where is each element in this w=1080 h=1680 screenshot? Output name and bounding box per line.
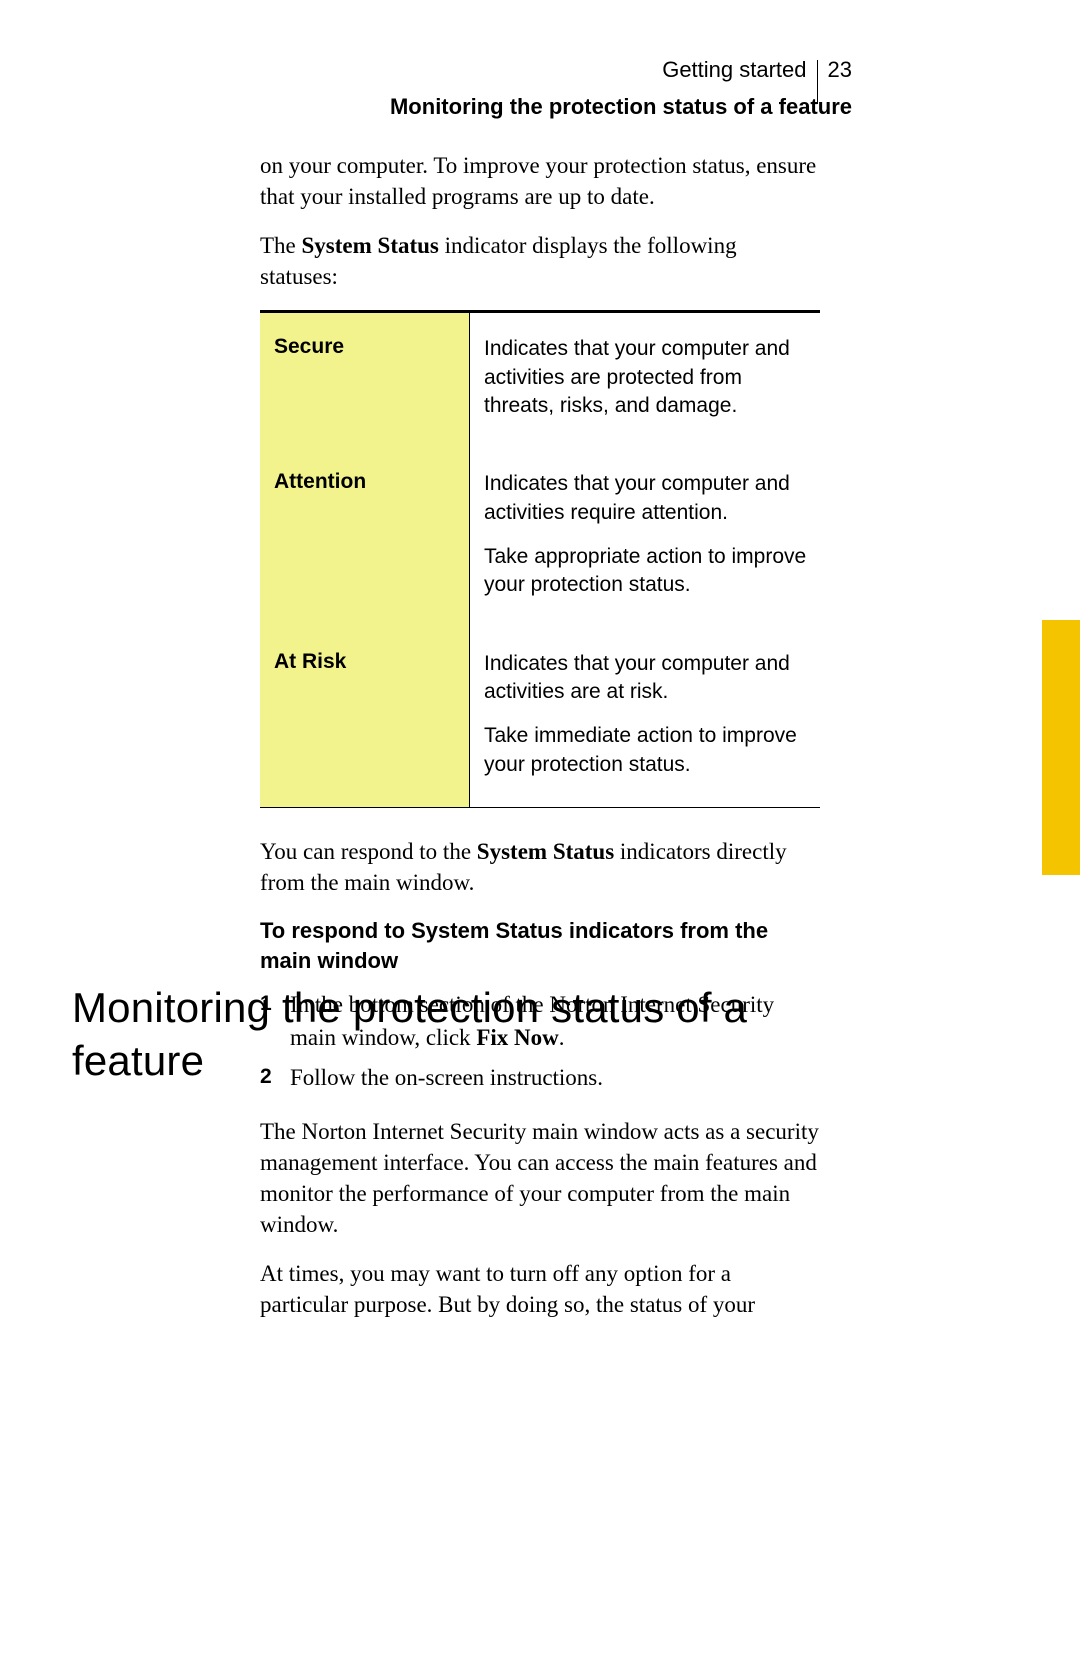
status-desc: Indicates that your computer and activit… [470, 448, 820, 627]
table-row: At Risk Indicates that your computer and… [260, 628, 820, 807]
running-header: Getting started 23 Monitoring the protec… [390, 48, 852, 120]
page-title: Monitoring the protection status of a fe… [72, 982, 832, 1087]
text-run: The [260, 233, 302, 258]
bold-text: System Status [302, 233, 439, 258]
text-run: Take immediate action to improve your pr… [484, 722, 808, 779]
header-section-title: Monitoring the protection status of a fe… [390, 94, 852, 120]
paragraph: At times, you may want to turn off any o… [260, 1258, 820, 1320]
procedure-title: To respond to System Status indicators f… [260, 916, 820, 975]
status-label-attention: Attention [260, 448, 470, 627]
table-row: Secure Indicates that your computer and … [260, 313, 820, 448]
bold-text: System Status [477, 839, 614, 864]
paragraph: The Norton Internet Security main window… [260, 1116, 820, 1240]
paragraph: on your computer. To improve your protec… [260, 150, 820, 212]
status-label-at-risk: At Risk [260, 628, 470, 807]
status-desc: Indicates that your computer and activit… [470, 628, 820, 807]
paragraph: You can respond to the System Status ind… [260, 836, 820, 898]
text-run: Take appropriate action to improve your … [484, 543, 808, 600]
text-run: Indicates that your computer and activit… [484, 650, 808, 707]
paragraph: The System Status indicator displays the… [260, 230, 820, 292]
status-label-secure: Secure [260, 313, 470, 448]
header-separator [817, 60, 818, 104]
text-run: Indicates that your computer and activit… [484, 335, 808, 420]
thumb-tab [1042, 620, 1080, 875]
secondary-content: The Norton Internet Security main window… [260, 1116, 820, 1338]
header-line-1: Getting started 23 [390, 48, 852, 92]
header-chapter: Getting started [662, 57, 806, 83]
status-desc: Indicates that your computer and activit… [470, 313, 820, 448]
table-row: Attention Indicates that your computer a… [260, 448, 820, 627]
header-page-number: 23 [828, 57, 852, 83]
status-table: Secure Indicates that your computer and … [260, 310, 820, 808]
page: Getting started 23 Monitoring the protec… [0, 0, 1080, 1680]
text-run: You can respond to the [260, 839, 477, 864]
main-content: on your computer. To improve your protec… [260, 150, 820, 1102]
text-run: Indicates that your computer and activit… [484, 470, 808, 527]
